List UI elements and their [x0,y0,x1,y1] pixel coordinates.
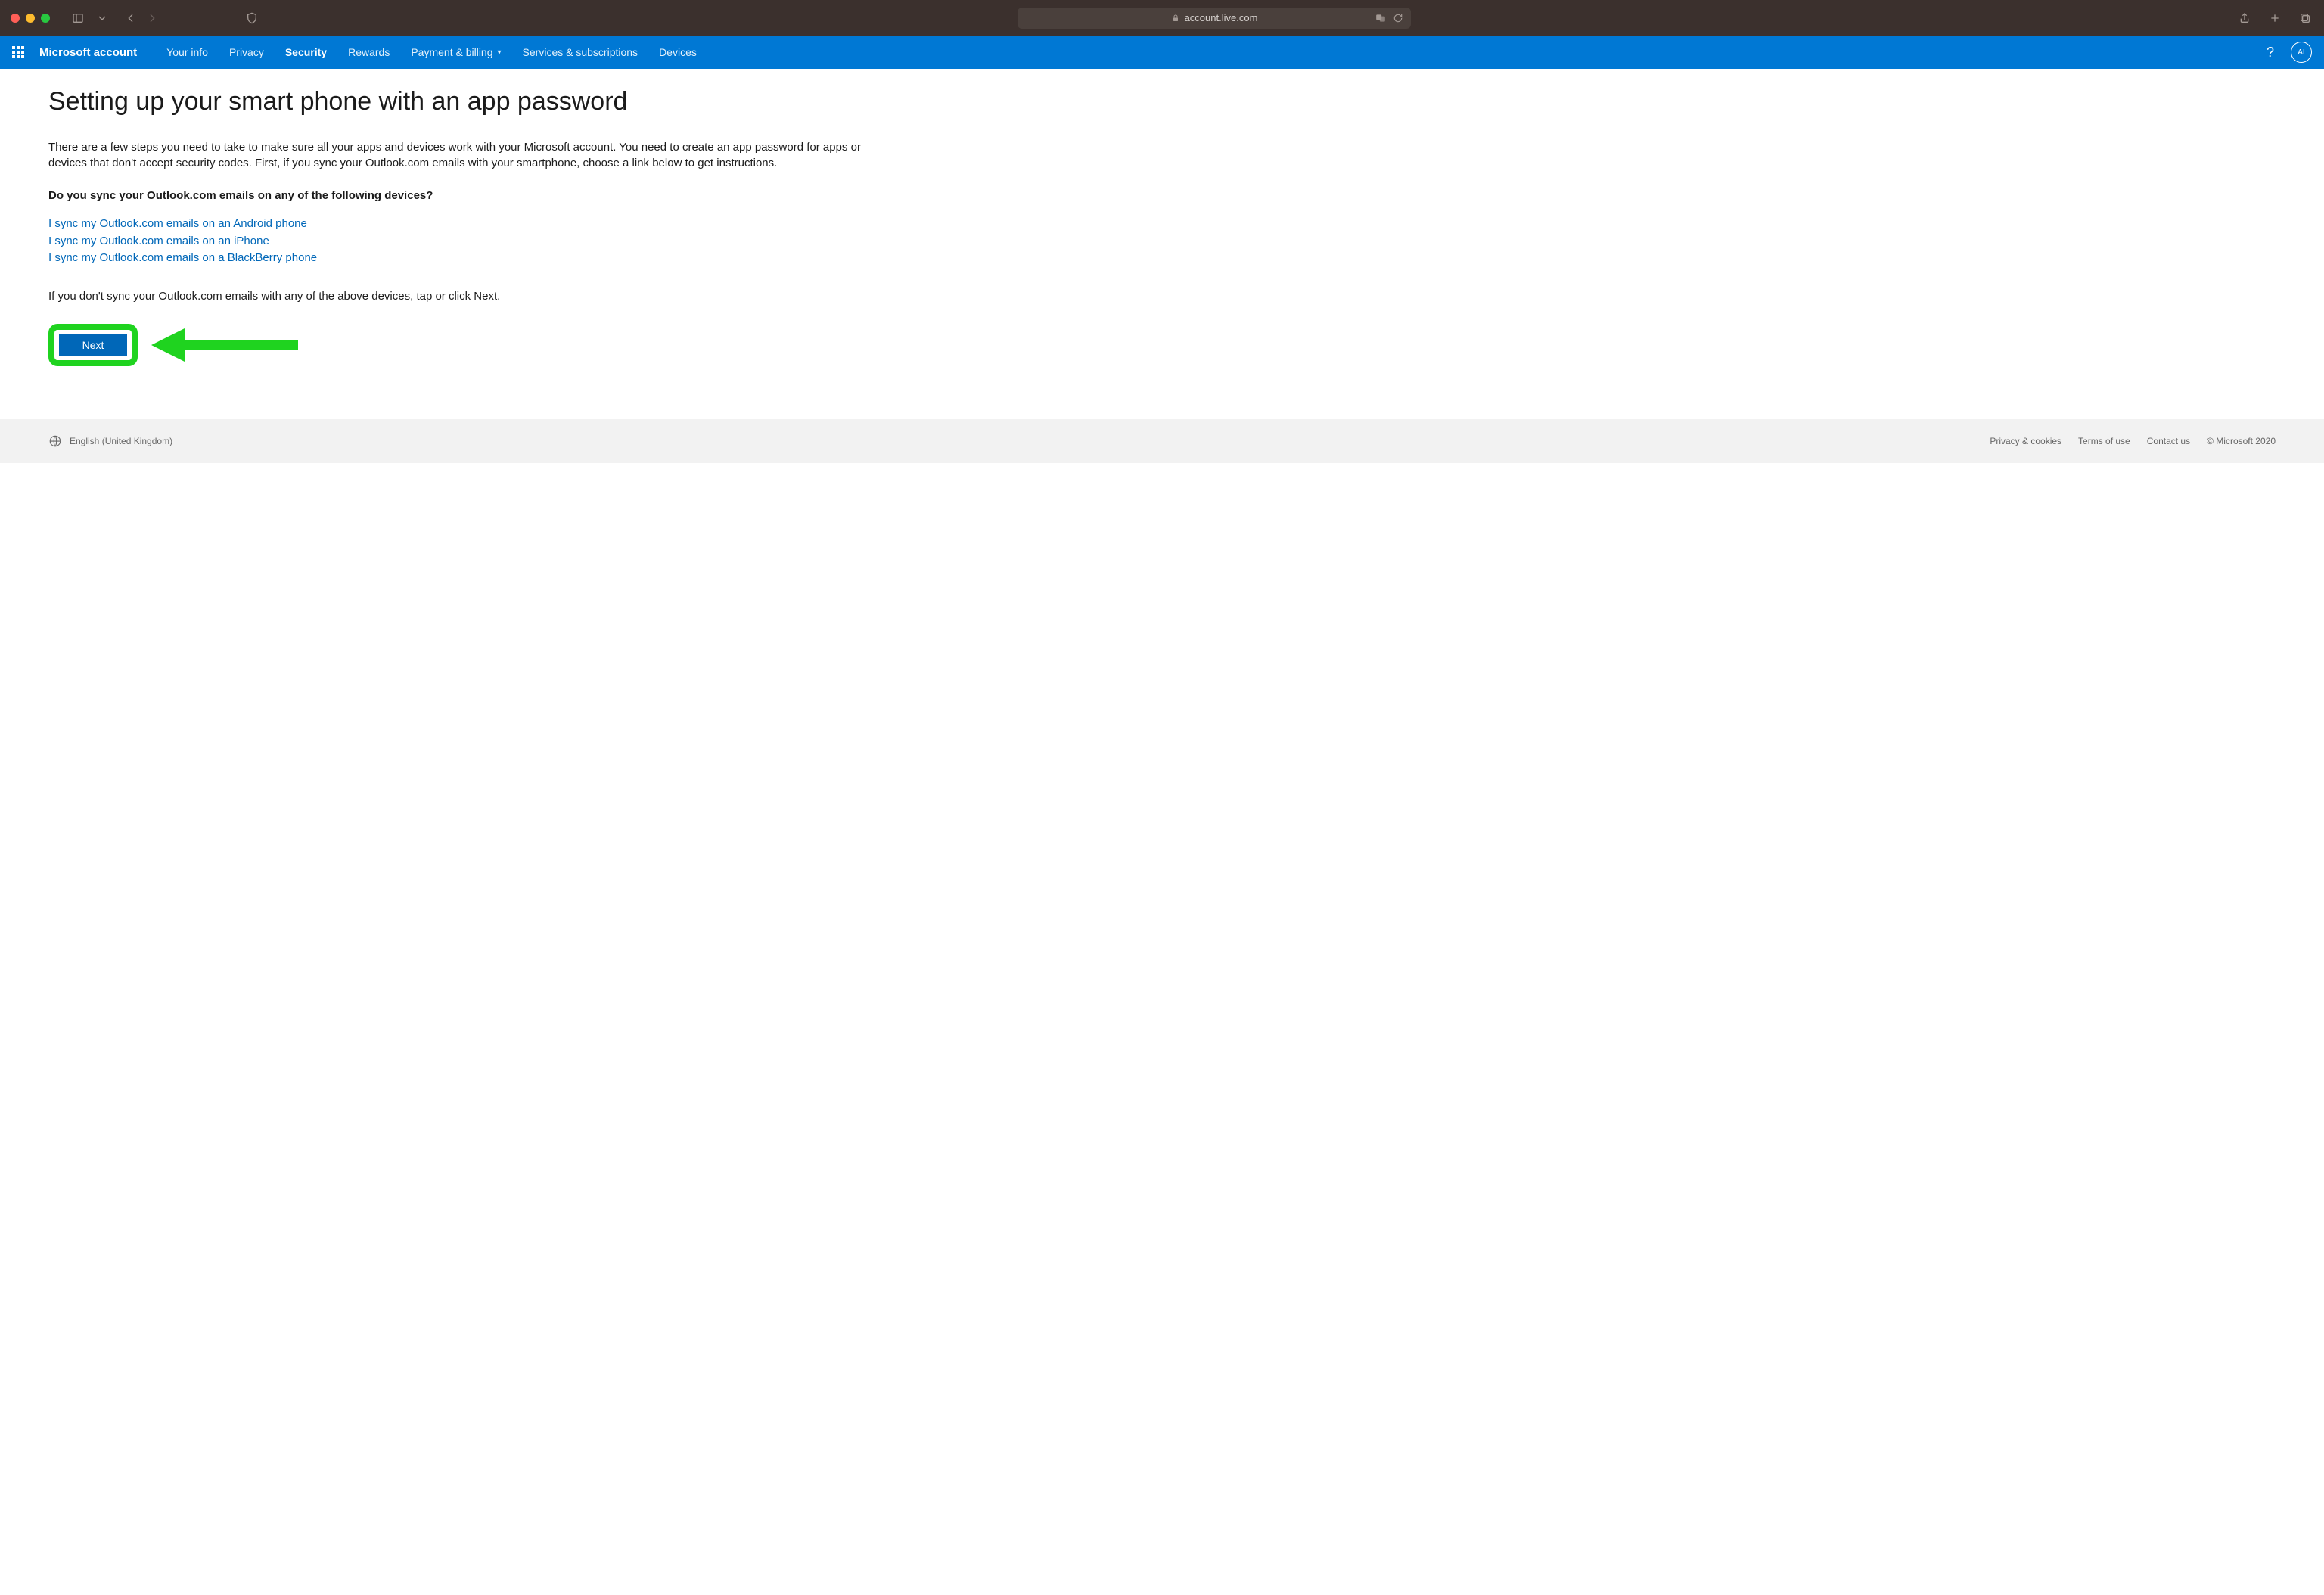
minimize-window-icon[interactable] [26,14,35,23]
link-sync-blackberry[interactable]: I sync my Outlook.com emails on a BlackB… [48,250,897,267]
help-icon[interactable]: ? [2267,45,2274,61]
footer-link-privacy[interactable]: Privacy & cookies [1990,436,2061,446]
footer-link-terms[interactable]: Terms of use [2078,436,2130,446]
link-sync-android[interactable]: I sync my Outlook.com emails on an Andro… [48,216,897,233]
app-launcher-icon[interactable] [12,46,24,58]
intro-text: There are a few steps you need to take t… [48,139,897,171]
globe-icon [48,434,62,448]
link-sync-iphone[interactable]: I sync my Outlook.com emails on an iPhon… [48,233,897,250]
tab-payment-billing[interactable]: Payment & billing ▾ [400,36,511,69]
reload-icon[interactable] [1393,13,1403,23]
tab-devices[interactable]: Devices [648,36,707,69]
no-sync-hint: If you don't sync your Outlook.com email… [48,290,897,303]
device-sync-links: I sync my Outlook.com emails on an Andro… [48,216,897,267]
copyright-text: © Microsoft 2020 [2207,436,2276,446]
maximize-window-icon[interactable] [41,14,50,23]
address-bar[interactable]: account.live.com [1018,8,1411,29]
main-content: Setting up your smart phone with an app … [0,69,946,404]
page-url: account.live.com [1185,12,1258,23]
locale-link[interactable]: English (United Kingdom) [70,436,172,446]
new-tab-icon[interactable] [2267,10,2283,26]
window-controls [11,14,50,23]
annotation-arrow-icon [147,322,298,368]
tabs-overview-icon[interactable] [2297,10,2313,26]
browser-toolbar: account.live.com [0,0,2324,36]
tab-privacy[interactable]: Privacy [219,36,275,69]
back-icon[interactable] [123,10,139,26]
footer-link-contact[interactable]: Contact us [2147,436,2190,446]
tab-your-info[interactable]: Your info [156,36,219,69]
close-window-icon[interactable] [11,14,20,23]
annotation-highlight-box: Next [48,324,138,366]
chevron-down-icon: ▾ [498,48,502,57]
tab-dropdown-icon[interactable] [94,10,110,26]
next-button-highlight: Next [48,324,138,366]
page-footer: English (United Kingdom) Privacy & cooki… [0,419,2324,463]
sync-question: Do you sync your Outlook.com emails on a… [48,189,897,202]
share-icon[interactable] [2236,10,2253,26]
shield-icon[interactable] [244,10,260,26]
nav-tabs: Your info Privacy Security Rewards Payme… [156,36,707,69]
tab-rewards[interactable]: Rewards [337,36,400,69]
microsoft-nav: Microsoft account Your info Privacy Secu… [0,36,2324,69]
forward-icon[interactable] [144,10,160,26]
tab-services-subscriptions[interactable]: Services & subscriptions [512,36,649,69]
lock-icon [1171,14,1180,23]
brand-label[interactable]: Microsoft account [39,46,151,59]
page-title: Setting up your smart phone with an app … [48,87,897,117]
translate-icon[interactable] [1375,13,1387,23]
next-button[interactable]: Next [59,334,127,356]
avatar[interactable]: AI [2291,42,2312,63]
tab-security[interactable]: Security [275,36,337,69]
sidebar-toggle-icon[interactable] [70,10,86,26]
